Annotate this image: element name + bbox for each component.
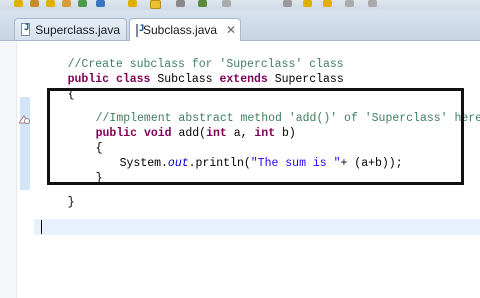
code-line-9: } [40, 180, 75, 225]
current-line-highlight [34, 219, 480, 235]
brace: } [67, 196, 75, 209]
annotation-highlight-box [47, 88, 464, 185]
toolbar-icon[interactable] [345, 0, 354, 7]
keyword: extends [219, 73, 268, 86]
toolbar-icon[interactable] [323, 0, 332, 7]
keyword: class [115, 73, 151, 86]
toolbar-icon[interactable] [176, 0, 185, 7]
java-file-icon [21, 23, 31, 36]
java-file-icon [136, 23, 144, 37]
toolbar-icon[interactable] [14, 0, 23, 7]
line-ruler [0, 41, 17, 298]
toolbar-icon[interactable] [303, 0, 312, 7]
toolbar-icon[interactable] [78, 0, 87, 7]
fold-collapse-icon[interactable] [19, 115, 30, 125]
toolbar-icon[interactable] [46, 0, 55, 7]
toolbar-icon[interactable] [283, 0, 292, 7]
class-name: Subclass [157, 73, 213, 86]
code-editor[interactable]: //Create subclass for 'Superclass' class… [0, 41, 480, 298]
editor-tab-bar: Superclass.java Subclass.java ✕ [0, 10, 480, 41]
fold-range-highlight [20, 97, 30, 190]
toolbar-icon[interactable] [62, 0, 71, 7]
tab-label: Subclass.java [143, 23, 218, 37]
toolbar-icon[interactable] [150, 0, 161, 9]
toolbar-icon[interactable] [198, 0, 207, 7]
toolbar-icon[interactable] [368, 0, 377, 7]
toolbar-strip [0, 0, 480, 10]
text-caret [41, 220, 42, 234]
close-icon[interactable]: ✕ [226, 23, 236, 37]
toolbar-icon[interactable] [128, 0, 137, 7]
toolbar-icon[interactable] [96, 0, 105, 7]
superclass-name: Superclass [274, 73, 344, 86]
tab-subclass[interactable]: Subclass.java ✕ [129, 18, 241, 41]
tab-superclass[interactable]: Superclass.java [14, 18, 127, 40]
toolbar-icon[interactable] [222, 0, 231, 7]
toolbar-icon[interactable] [30, 0, 39, 7]
tab-label: Superclass.java [35, 22, 120, 37]
